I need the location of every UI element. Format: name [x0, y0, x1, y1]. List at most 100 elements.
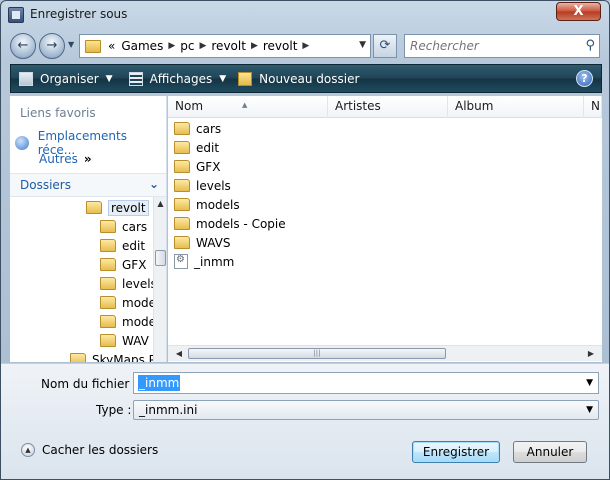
column-header-label: N°	[591, 99, 601, 113]
views-label: Affichages	[149, 71, 213, 86]
list-item-label: WAVS	[196, 235, 231, 250]
tree-item[interactable]: SkyMaps P	[70, 350, 153, 362]
tree-scrollbar[interactable]: ▲	[153, 197, 166, 362]
others-link[interactable]: Autres »	[39, 152, 92, 166]
refresh-button[interactable]: ⟳	[373, 34, 397, 58]
scroll-up-icon[interactable]: ▲	[154, 197, 166, 211]
forward-button[interactable]: →	[39, 33, 65, 59]
tree-item-label: mode	[122, 295, 153, 310]
hide-folders-toggle[interactable]: ▲ Cacher les dossiers	[21, 443, 158, 457]
list-item[interactable]: models	[174, 195, 240, 214]
chevron-down-icon: ▼	[219, 73, 227, 84]
chevron-right-icon[interactable]: ▶	[199, 41, 206, 51]
hide-folders-label: Cacher les dossiers	[42, 443, 159, 457]
search-input[interactable]	[410, 36, 580, 56]
breadcrumb-overflow[interactable]: «	[108, 39, 115, 53]
scroll-left-icon[interactable]: ◀	[172, 346, 186, 361]
window-title: Enregistrer sous	[30, 7, 128, 21]
breadcrumb-segment[interactable]: revolt	[263, 39, 298, 53]
new-folder-button[interactable]: Nouveau dossier	[238, 71, 360, 86]
horizontal-scrollbar[interactable]: ◀ ||| ▶	[168, 345, 602, 361]
file-list-pane: ▲ Nom Artistes Album N° cars edit	[168, 96, 602, 362]
breadcrumb-segment[interactable]: Games	[121, 39, 163, 53]
list-item[interactable]: _inmm	[174, 252, 234, 271]
back-button[interactable]: ←	[10, 33, 36, 59]
folders-header[interactable]: Dossiers ⌄	[10, 173, 166, 197]
tree-item[interactable]: GFX	[100, 255, 146, 274]
column-headers: ▲ Nom Artistes Album N°	[168, 96, 602, 118]
column-header-name[interactable]: ▲ Nom	[168, 96, 328, 118]
chevron-right-icon[interactable]: ▶	[251, 41, 258, 51]
list-item-label: cars	[196, 121, 222, 136]
list-item-label: _inmm	[194, 254, 235, 269]
recent-pages-dropdown-icon[interactable]: ▼	[68, 40, 74, 49]
app-icon	[8, 7, 24, 23]
column-header-label: Artistes	[335, 99, 381, 113]
save-button[interactable]: Enregistrer	[412, 441, 500, 463]
tree-item-label: levels	[122, 276, 153, 291]
collapse-up-icon: ▲	[21, 443, 35, 457]
folder-icon	[85, 39, 101, 53]
column-header-number[interactable]: N°	[584, 96, 602, 118]
folder-icon	[100, 277, 116, 290]
folder-icon	[100, 258, 116, 271]
file-type-select[interactable]: _inmm.ini ▼	[133, 400, 599, 420]
column-header-artists[interactable]: Artistes	[328, 96, 448, 118]
new-folder-label: Nouveau dossier	[259, 71, 360, 86]
filename-field[interactable]: _inmm ▼	[133, 372, 599, 394]
tree-item[interactable]: mode	[100, 312, 153, 331]
search-icon[interactable]: ⚲	[585, 38, 595, 53]
tree-item[interactable]: mode	[100, 293, 153, 312]
scrollbar-thumb[interactable]: |||	[188, 348, 446, 359]
list-item-label: levels	[196, 178, 231, 193]
list-item-label: GFX	[196, 159, 221, 174]
tree-item[interactable]: cars	[100, 217, 147, 236]
folders-title: Dossiers	[20, 178, 71, 192]
folder-icon	[174, 122, 190, 135]
scroll-right-icon[interactable]: ▶	[584, 346, 598, 361]
tree-item[interactable]: WAV	[100, 331, 149, 350]
sort-ascending-icon: ▲	[242, 101, 248, 109]
address-dropdown-icon[interactable]: ▼	[359, 40, 366, 50]
cancel-button[interactable]: Annuler	[513, 441, 587, 463]
breadcrumb[interactable]: « Games ▶ pc ▶ revolt ▶ revolt ▶ ▼	[79, 34, 371, 58]
save-as-dialog: Enregistrer sous X ← → ▼ « Games ▶ pc ▶ …	[0, 0, 610, 480]
list-item-label: edit	[196, 140, 220, 155]
chevron-down-icon[interactable]: ▼	[586, 378, 593, 388]
tree-item[interactable]: edit	[100, 236, 145, 255]
favorites-title: Liens favoris	[20, 106, 96, 120]
tree-item[interactable]: levels	[100, 274, 153, 293]
list-item[interactable]: edit	[174, 138, 219, 157]
list-item[interactable]: WAVS	[174, 233, 230, 252]
list-item[interactable]: models - Copie	[174, 214, 286, 233]
tree-item-label: edit	[122, 238, 146, 253]
list-item[interactable]: GFX	[174, 157, 220, 176]
tree-item-label: mode	[122, 314, 153, 329]
dialog-footer: ▲ Cacher les dossiers Enregistrer Annule…	[1, 429, 609, 479]
chevron-right-icon[interactable]: ▶	[168, 41, 175, 51]
organize-menu[interactable]: Organiser ▼	[19, 71, 113, 86]
column-header-album[interactable]: Album	[448, 96, 584, 118]
tree-item-label: SkyMaps P	[92, 352, 153, 363]
new-folder-icon	[238, 71, 253, 86]
breadcrumb-segment[interactable]: revolt	[211, 39, 246, 53]
folder-icon	[174, 141, 190, 154]
column-header-label: Nom	[175, 99, 204, 113]
tree-item-revolt[interactable]: revolt	[86, 198, 149, 217]
tree-item-label: cars	[122, 219, 148, 234]
views-menu[interactable]: Affichages ▼	[128, 71, 227, 86]
filename-value[interactable]: _inmm	[138, 375, 181, 391]
search-box[interactable]: ⚲	[404, 34, 600, 58]
help-button[interactable]: ?	[576, 70, 593, 87]
column-header-label: Album	[455, 99, 494, 113]
chevron-down-icon[interactable]: ▼	[586, 405, 593, 415]
folder-icon	[174, 236, 190, 249]
chevron-down-icon: ▼	[105, 73, 113, 84]
list-item[interactable]: levels	[174, 176, 231, 195]
close-button[interactable]: X	[556, 2, 601, 21]
breadcrumb-segment[interactable]: pc	[180, 39, 194, 53]
chevron-right-icon[interactable]: ▶	[302, 41, 309, 51]
folder-icon	[100, 315, 116, 328]
list-item[interactable]: cars	[174, 119, 221, 138]
scrollbar-thumb[interactable]	[155, 250, 166, 266]
